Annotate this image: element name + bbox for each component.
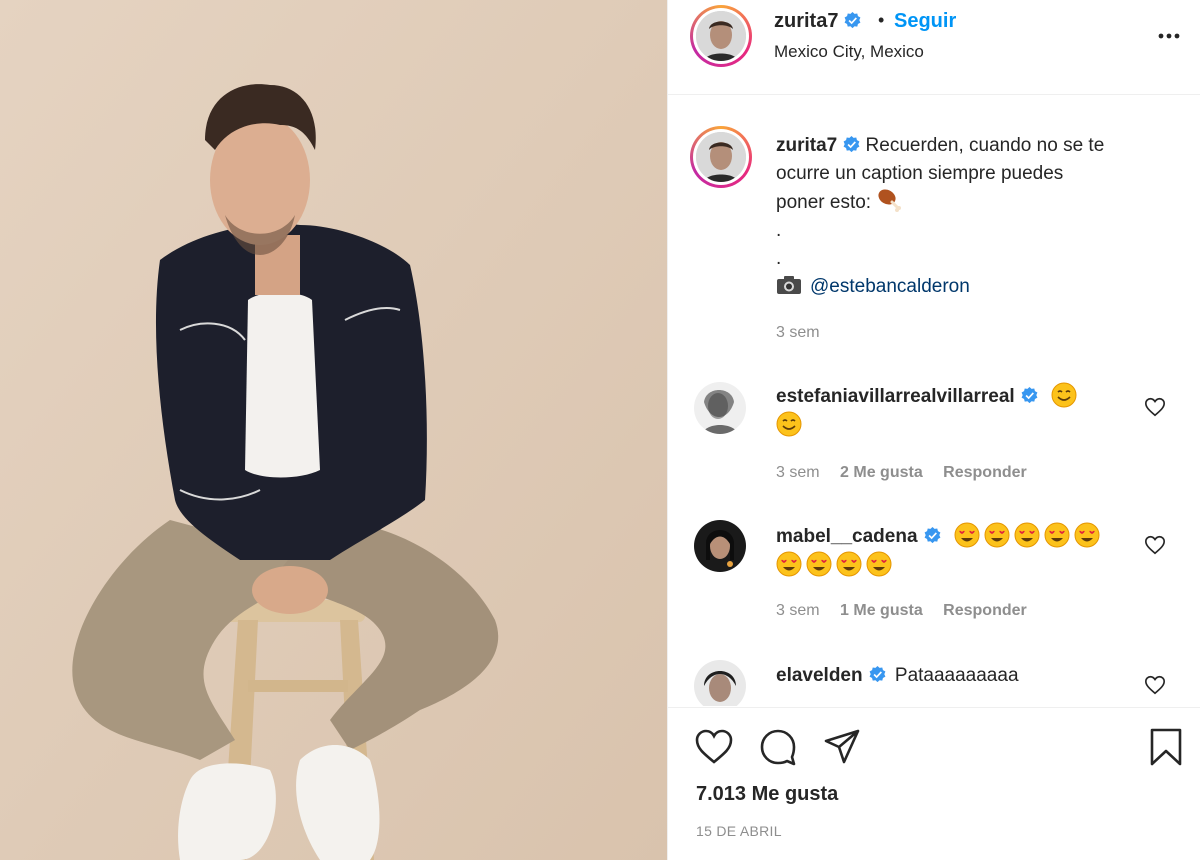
author-username-text: zurita7	[774, 10, 839, 32]
reply-button[interactable]: Responder	[943, 464, 1027, 481]
separator-dot: •	[878, 10, 885, 30]
comment-meta: 3 sem 2 Me gusta Responder	[776, 464, 1027, 482]
heart-eyes-icon	[954, 522, 980, 548]
comment-meta: 3 sem 1 Me gusta Responder	[776, 602, 1027, 620]
comment-username[interactable]: elavelden	[776, 665, 863, 686]
smile-icon	[1051, 382, 1077, 408]
share-icon[interactable]	[822, 727, 862, 767]
caption: zurita7 Recuerden, cuando no se te ocurr…	[776, 132, 1176, 301]
caption-line-2: ocurre un caption siempre puedes	[776, 163, 1064, 184]
comment-avatar-image	[694, 382, 746, 434]
post-location[interactable]: Mexico City, Mexico	[774, 42, 924, 62]
like-comment-heart-icon[interactable]	[1144, 396, 1166, 418]
post-header: zurita7 • Seguir Mexico City, Mexico	[668, 0, 1200, 95]
comment-likes[interactable]: 1 Me gusta	[840, 602, 923, 619]
comment-avatar-image	[694, 520, 746, 572]
comment-likes[interactable]: 2 Me gusta	[840, 464, 923, 481]
like-heart-icon[interactable]	[694, 727, 734, 767]
comment-3: elavelden Pataaaaaaaaa	[776, 662, 1176, 690]
verified-icon	[845, 12, 861, 29]
heart-eyes-icon	[776, 551, 802, 577]
comment-2: mabel__cadena	[776, 522, 1176, 580]
like-comment-heart-icon[interactable]	[1144, 674, 1166, 696]
verified-icon	[1021, 387, 1038, 404]
post-photo[interactable]	[0, 0, 667, 860]
heart-eyes-icon	[1044, 522, 1070, 548]
mention-link[interactable]: @estebancalderon	[810, 276, 970, 297]
heart-eyes-icon	[806, 551, 832, 577]
comment-1: estefaniavillarrealvillarreal	[776, 382, 1176, 440]
comments-list[interactable]: zurita7 Recuerden, cuando no se te ocurr…	[668, 96, 1200, 706]
caption-time[interactable]: 3 sem	[776, 324, 820, 341]
author-avatar[interactable]	[690, 5, 752, 67]
comment-time[interactable]: 3 sem	[776, 464, 820, 481]
heart-eyes-icon	[984, 522, 1010, 548]
likes-count[interactable]: 7.013 Me gusta	[696, 783, 838, 806]
comment-avatar[interactable]	[694, 520, 746, 572]
more-options-icon[interactable]	[1155, 22, 1183, 50]
caption-line-1: Recuerden, cuando no se te	[865, 135, 1105, 156]
comment-avatar[interactable]	[694, 660, 746, 706]
comment-username[interactable]: mabel__cadena	[776, 526, 918, 547]
caption-dot-1: .	[776, 220, 782, 241]
heart-eyes-icon	[1014, 522, 1040, 548]
verified-icon	[843, 136, 860, 153]
save-icon[interactable]	[1146, 727, 1186, 767]
like-comment-heart-icon[interactable]	[1144, 534, 1166, 556]
heart-eyes-icon	[836, 551, 862, 577]
comment-avatar-image	[694, 660, 746, 706]
drumstick-icon	[878, 189, 902, 212]
verified-icon	[924, 527, 940, 544]
comment-avatar[interactable]	[694, 382, 746, 434]
post-date: 15 DE ABRIL	[696, 823, 782, 839]
heart-eyes-icon	[1074, 522, 1100, 548]
comment-text: Pataaaaaaaaa	[894, 665, 1019, 686]
post-actions: 7.013 Me gusta 15 DE ABRIL	[668, 707, 1200, 860]
follow-button[interactable]: Seguir	[894, 10, 956, 33]
comment-username[interactable]: estefaniavillarrealvillarreal	[776, 386, 1015, 407]
caption-timestamp: 3 sem	[776, 324, 820, 342]
post-details-panel: zurita7 • Seguir Mexico City, Mexico zur…	[667, 0, 1200, 860]
author-username[interactable]: zurita7	[774, 10, 861, 33]
caption-line-3: poner esto:	[776, 192, 872, 213]
caption-dot-2: .	[776, 248, 782, 269]
comment-time[interactable]: 3 sem	[776, 602, 820, 619]
heart-eyes-icon	[866, 551, 892, 577]
photo-illustration	[0, 0, 667, 860]
camera-icon	[777, 276, 801, 294]
caption-avatar-image	[696, 132, 746, 182]
caption-username[interactable]: zurita7	[776, 135, 837, 156]
caption-avatar[interactable]	[690, 126, 752, 188]
smile-icon	[776, 411, 802, 437]
verified-icon	[869, 666, 886, 683]
author-avatar-image	[696, 11, 746, 61]
reply-button[interactable]: Responder	[943, 602, 1027, 619]
comment-icon[interactable]	[758, 727, 798, 767]
